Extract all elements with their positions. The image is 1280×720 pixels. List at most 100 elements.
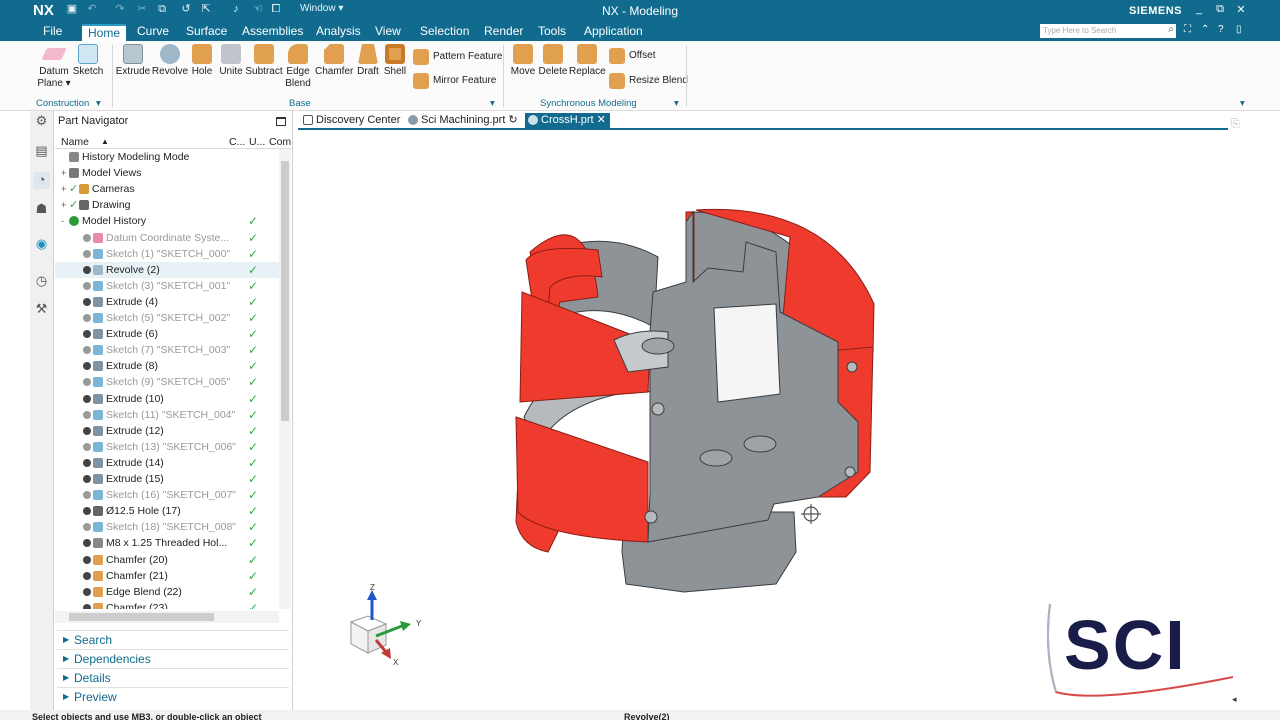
tree-row[interactable]: Sketch (5) "SKETCH_002" ✓	[55, 310, 279, 326]
subtract-button[interactable]: Subtract	[245, 44, 283, 78]
eye-icon[interactable]	[83, 249, 91, 258]
minimize-button[interactable]: _	[1192, 3, 1206, 15]
settings-icon[interactable]: ⚙	[33, 113, 50, 130]
eye-icon[interactable]	[83, 442, 91, 451]
tree-row[interactable]: M8 x 1.25 Threaded Hol... ✓	[55, 535, 279, 551]
tree-row[interactable]: Revolve (2) ✓	[55, 261, 279, 278]
reuse-library-icon[interactable]: ☗	[33, 201, 50, 218]
eye-icon[interactable]	[83, 539, 91, 548]
tree-row[interactable]: Extrude (12) ✓	[55, 423, 279, 439]
close-button[interactable]: ✕	[1234, 3, 1248, 16]
resize-blend-button[interactable]: Resize Blend	[609, 72, 688, 90]
visibility-check-icon[interactable]: ✓	[69, 181, 78, 197]
menu-assemblies[interactable]: Assemblies	[242, 24, 303, 41]
delete-face-button[interactable]: Delete	[538, 44, 568, 78]
tree-row[interactable]: Sketch (7) "SKETCH_003" ✓	[55, 342, 279, 358]
accordion-dependencies[interactable]: ▶ Dependencies	[57, 649, 289, 667]
eye-icon[interactable]	[83, 281, 91, 290]
tab-sci-machining[interactable]: Sci Machining.prt ↻	[405, 113, 518, 130]
column-uptodate[interactable]: U...	[249, 136, 265, 148]
crossh-part-model[interactable]	[515, 208, 875, 593]
accordion-search[interactable]: ▶ Search	[57, 630, 289, 648]
graphics-viewport[interactable]: Z Y X SCI ◂	[298, 132, 1250, 710]
tree-row[interactable]: Chamfer (21) ✓	[55, 568, 279, 584]
ribbon-expand-icon[interactable]: ▾	[1240, 98, 1245, 109]
eye-icon[interactable]	[83, 314, 91, 322]
history-icon[interactable]: ◷	[33, 273, 50, 290]
offset-region-button[interactable]: Offset	[609, 47, 656, 65]
datum-plane-button[interactable]: Datum Plane ▾	[37, 44, 71, 90]
tree-row[interactable]: Sketch (9) "SKETCH_005" ✓	[55, 374, 279, 390]
chamfer-button[interactable]: Chamfer	[315, 44, 353, 78]
eye-icon[interactable]	[83, 571, 91, 580]
tree-row[interactable]: Sketch (11) "SKETCH_004" ✓	[55, 407, 279, 423]
clipboard-icon[interactable]: ⎘	[1231, 118, 1240, 131]
base-more-icon[interactable]: ▾	[490, 98, 495, 109]
tree-row[interactable]: - Model History ✓	[55, 213, 279, 229]
tree-row[interactable]: Extrude (4) ✓	[55, 294, 279, 310]
tab-discovery-center[interactable]: Discovery Center	[300, 113, 400, 130]
eye-icon[interactable]	[83, 458, 91, 467]
menu-selection[interactable]: Selection	[420, 24, 469, 41]
tree-row[interactable]: Extrude (8) ✓	[55, 358, 279, 374]
eye-icon[interactable]	[83, 507, 91, 516]
menu-analysis[interactable]: Analysis	[316, 24, 361, 41]
web-browser-icon[interactable]: ◉	[33, 236, 50, 253]
move-face-button[interactable]: Move	[509, 44, 537, 78]
tree-row[interactable]: Extrude (10) ✓	[55, 391, 279, 407]
eye-icon[interactable]	[83, 265, 91, 274]
menu-surface[interactable]: Surface	[186, 24, 227, 41]
scroll-thumb[interactable]	[69, 613, 214, 621]
tree-row[interactable]: Ø12.5 Hole (17) ✓	[55, 503, 279, 519]
expand-toggle-icon[interactable]: +	[61, 181, 66, 197]
accordion-details[interactable]: ▶ Details	[57, 668, 289, 686]
tree-row[interactable]: Extrude (15) ✓	[55, 471, 279, 487]
eye-icon[interactable]	[83, 426, 91, 435]
menu-curve[interactable]: Curve	[137, 24, 169, 41]
replace-face-button[interactable]: Replace	[569, 44, 606, 78]
eye-icon[interactable]	[83, 362, 91, 371]
eye-icon[interactable]	[83, 378, 91, 387]
shell-button[interactable]: Shell	[382, 44, 408, 78]
viewport-expand-icon[interactable]: ◂	[1232, 694, 1237, 704]
menu-view[interactable]: View	[375, 24, 401, 41]
construction-more-icon[interactable]: ▾	[96, 98, 101, 109]
mirror-feature-button[interactable]: Mirror Feature	[413, 72, 496, 90]
tree-row[interactable]: + Model Views	[55, 165, 279, 181]
tree-row[interactable]: Sketch (13) "SKETCH_006" ✓	[55, 439, 279, 455]
menu-file[interactable]: File	[43, 24, 62, 41]
menu-application[interactable]: Application	[584, 24, 643, 41]
revolve-button[interactable]: Revolve	[151, 44, 189, 78]
eye-icon[interactable]	[83, 233, 91, 242]
part-navigator-icon[interactable]: ◔	[33, 172, 50, 189]
draft-button[interactable]: Draft	[355, 44, 381, 78]
expand-toggle-icon[interactable]: +	[61, 165, 66, 181]
eye-icon[interactable]	[83, 491, 91, 500]
help-icon[interactable]: ?	[1218, 24, 1224, 35]
sketch-button[interactable]: Sketch	[72, 44, 104, 78]
eye-icon[interactable]	[83, 394, 91, 403]
unite-button[interactable]: Unite	[215, 44, 247, 78]
tree-row[interactable]: Chamfer (20) ✓	[55, 552, 279, 568]
eye-icon[interactable]	[83, 475, 91, 483]
collapse-ribbon-icon[interactable]: ⌃	[1201, 24, 1209, 35]
roles-icon[interactable]: ⚒	[33, 301, 50, 318]
expand-toggle-icon[interactable]: +	[61, 197, 66, 213]
extrude-button[interactable]: Extrude	[115, 44, 151, 78]
tree-row[interactable]: + ✓ Cameras	[55, 181, 279, 197]
model-canvas[interactable]: Z Y X SCI ◂	[298, 132, 1250, 710]
eye-icon[interactable]	[83, 555, 91, 564]
tree-row[interactable]: Chamfer (23) ✓	[55, 600, 279, 609]
eye-icon[interactable]	[83, 523, 91, 532]
eye-icon[interactable]	[83, 297, 91, 306]
expand-toggle-icon[interactable]: -	[61, 213, 64, 229]
ribbon-options-icon[interactable]: ▯	[1236, 24, 1242, 35]
menu-tools[interactable]: Tools	[538, 24, 566, 41]
synchronous-more-icon[interactable]: ▾	[674, 98, 679, 109]
menu-home[interactable]: Home	[82, 24, 127, 41]
visibility-check-icon[interactable]: ✓	[69, 197, 78, 213]
eye-icon[interactable]	[83, 410, 91, 419]
tree-row[interactable]: Sketch (16) "SKETCH_007" ✓	[55, 487, 279, 503]
eye-icon[interactable]	[83, 587, 91, 596]
pattern-feature-button[interactable]: Pattern Feature	[413, 48, 502, 66]
